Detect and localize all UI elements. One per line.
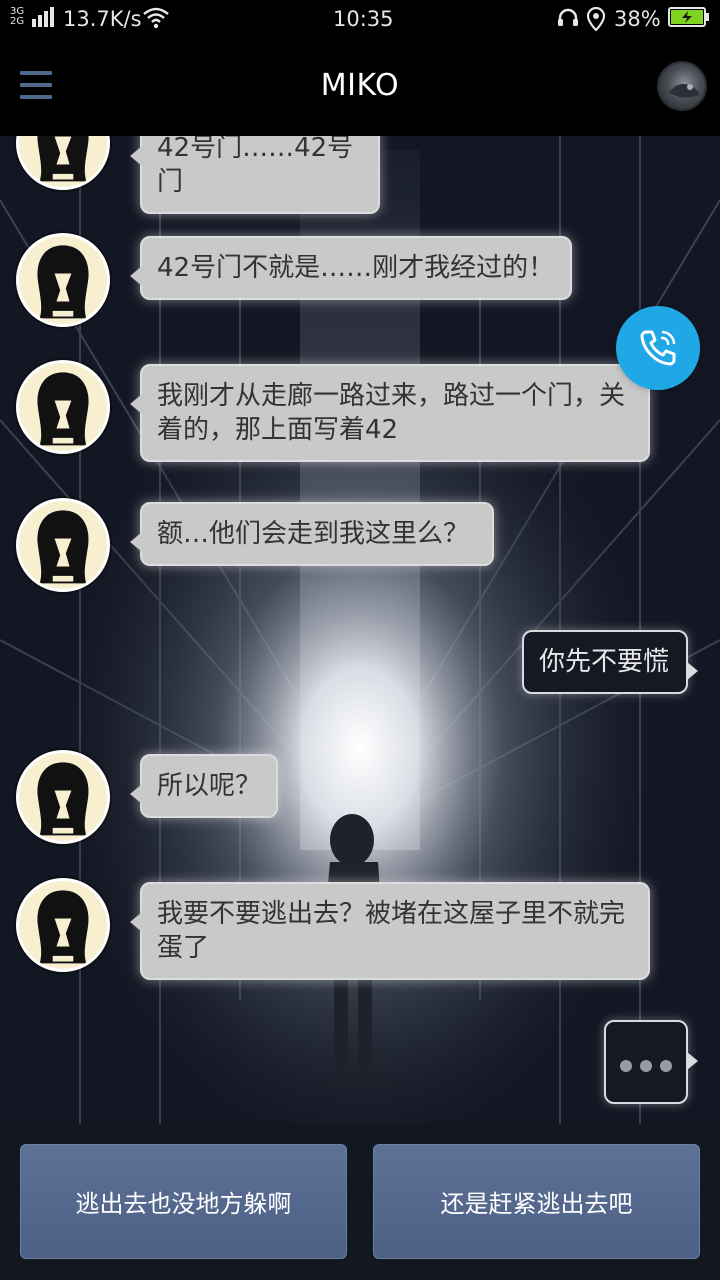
- message-text: 额…他们会走到我这里么？: [157, 519, 470, 549]
- message-text: 42号门不就是……刚才我经过的！: [157, 253, 555, 283]
- choice-label: 还是赶紧逃出去吧: [440, 1190, 633, 1218]
- miko-avatar[interactable]: [16, 750, 110, 844]
- network-type: 3G 2G: [10, 6, 25, 27]
- clock: 10:35: [333, 7, 394, 31]
- choice-button-1[interactable]: 逃出去也没地方躲啊: [20, 1144, 347, 1259]
- choice-label: 逃出去也没地方躲啊: [75, 1190, 292, 1218]
- call-button[interactable]: [616, 306, 700, 390]
- status-bar: 3G 2G 13.7K/s 10:35 38%: [0, 0, 720, 38]
- headset-icon: [558, 8, 578, 26]
- choice-panel: 逃出去也没地方躲啊 还是赶紧逃出去吧: [0, 1124, 720, 1280]
- choice-button-2[interactable]: 还是赶紧逃出去吧: [373, 1144, 700, 1259]
- message-bubble: 额…他们会走到我这里么？: [130, 502, 494, 566]
- network-speed: 13.7K/s: [63, 7, 142, 31]
- signal-icon: [32, 7, 54, 27]
- message-text: 所以呢？: [157, 771, 262, 801]
- miko-avatar[interactable]: [16, 878, 110, 972]
- miko-avatar[interactable]: [16, 498, 110, 592]
- message-text: 42号门……42号门: [157, 136, 354, 197]
- message-bubble: 42号门不就是……刚才我经过的！: [130, 236, 572, 300]
- message-text: 我刚才从走廊一路过来，路过一个门，关着的，那上面写着42: [157, 381, 626, 445]
- message-text: 我要不要逃出去？被堵在这屋子里不就完蛋了: [157, 899, 626, 963]
- miko-avatar[interactable]: [16, 233, 110, 327]
- app-header: MIKO: [0, 38, 720, 136]
- message-bubble: 我刚才从走廊一路过来，路过一个门，关着的，那上面写着42: [130, 364, 650, 462]
- message-bubble: 我要不要逃出去？被堵在这屋子里不就完蛋了: [130, 882, 650, 980]
- miko-avatar[interactable]: [16, 360, 110, 454]
- chat-area[interactable]: 42号门……42号门 42号门不就是……刚才我经过的！ 我刚才从走廊一路过来，路…: [0, 136, 720, 1124]
- user-message-bubble: 你先不要慌: [522, 630, 698, 694]
- miko-avatar[interactable]: [16, 136, 110, 190]
- profile-avatar[interactable]: [657, 61, 707, 111]
- battery-icon: [668, 7, 709, 27]
- typing-indicator: [604, 1020, 698, 1104]
- battery-percent: 38%: [614, 7, 661, 31]
- phone-icon: [640, 330, 676, 366]
- location-icon: [587, 7, 605, 31]
- page-title: MIKO: [320, 68, 400, 103]
- message-text: 你先不要慌: [539, 647, 670, 677]
- message-bubble: 42号门……42号门: [130, 136, 380, 214]
- wifi-icon: [143, 7, 169, 29]
- message-bubble: 所以呢？: [130, 754, 278, 818]
